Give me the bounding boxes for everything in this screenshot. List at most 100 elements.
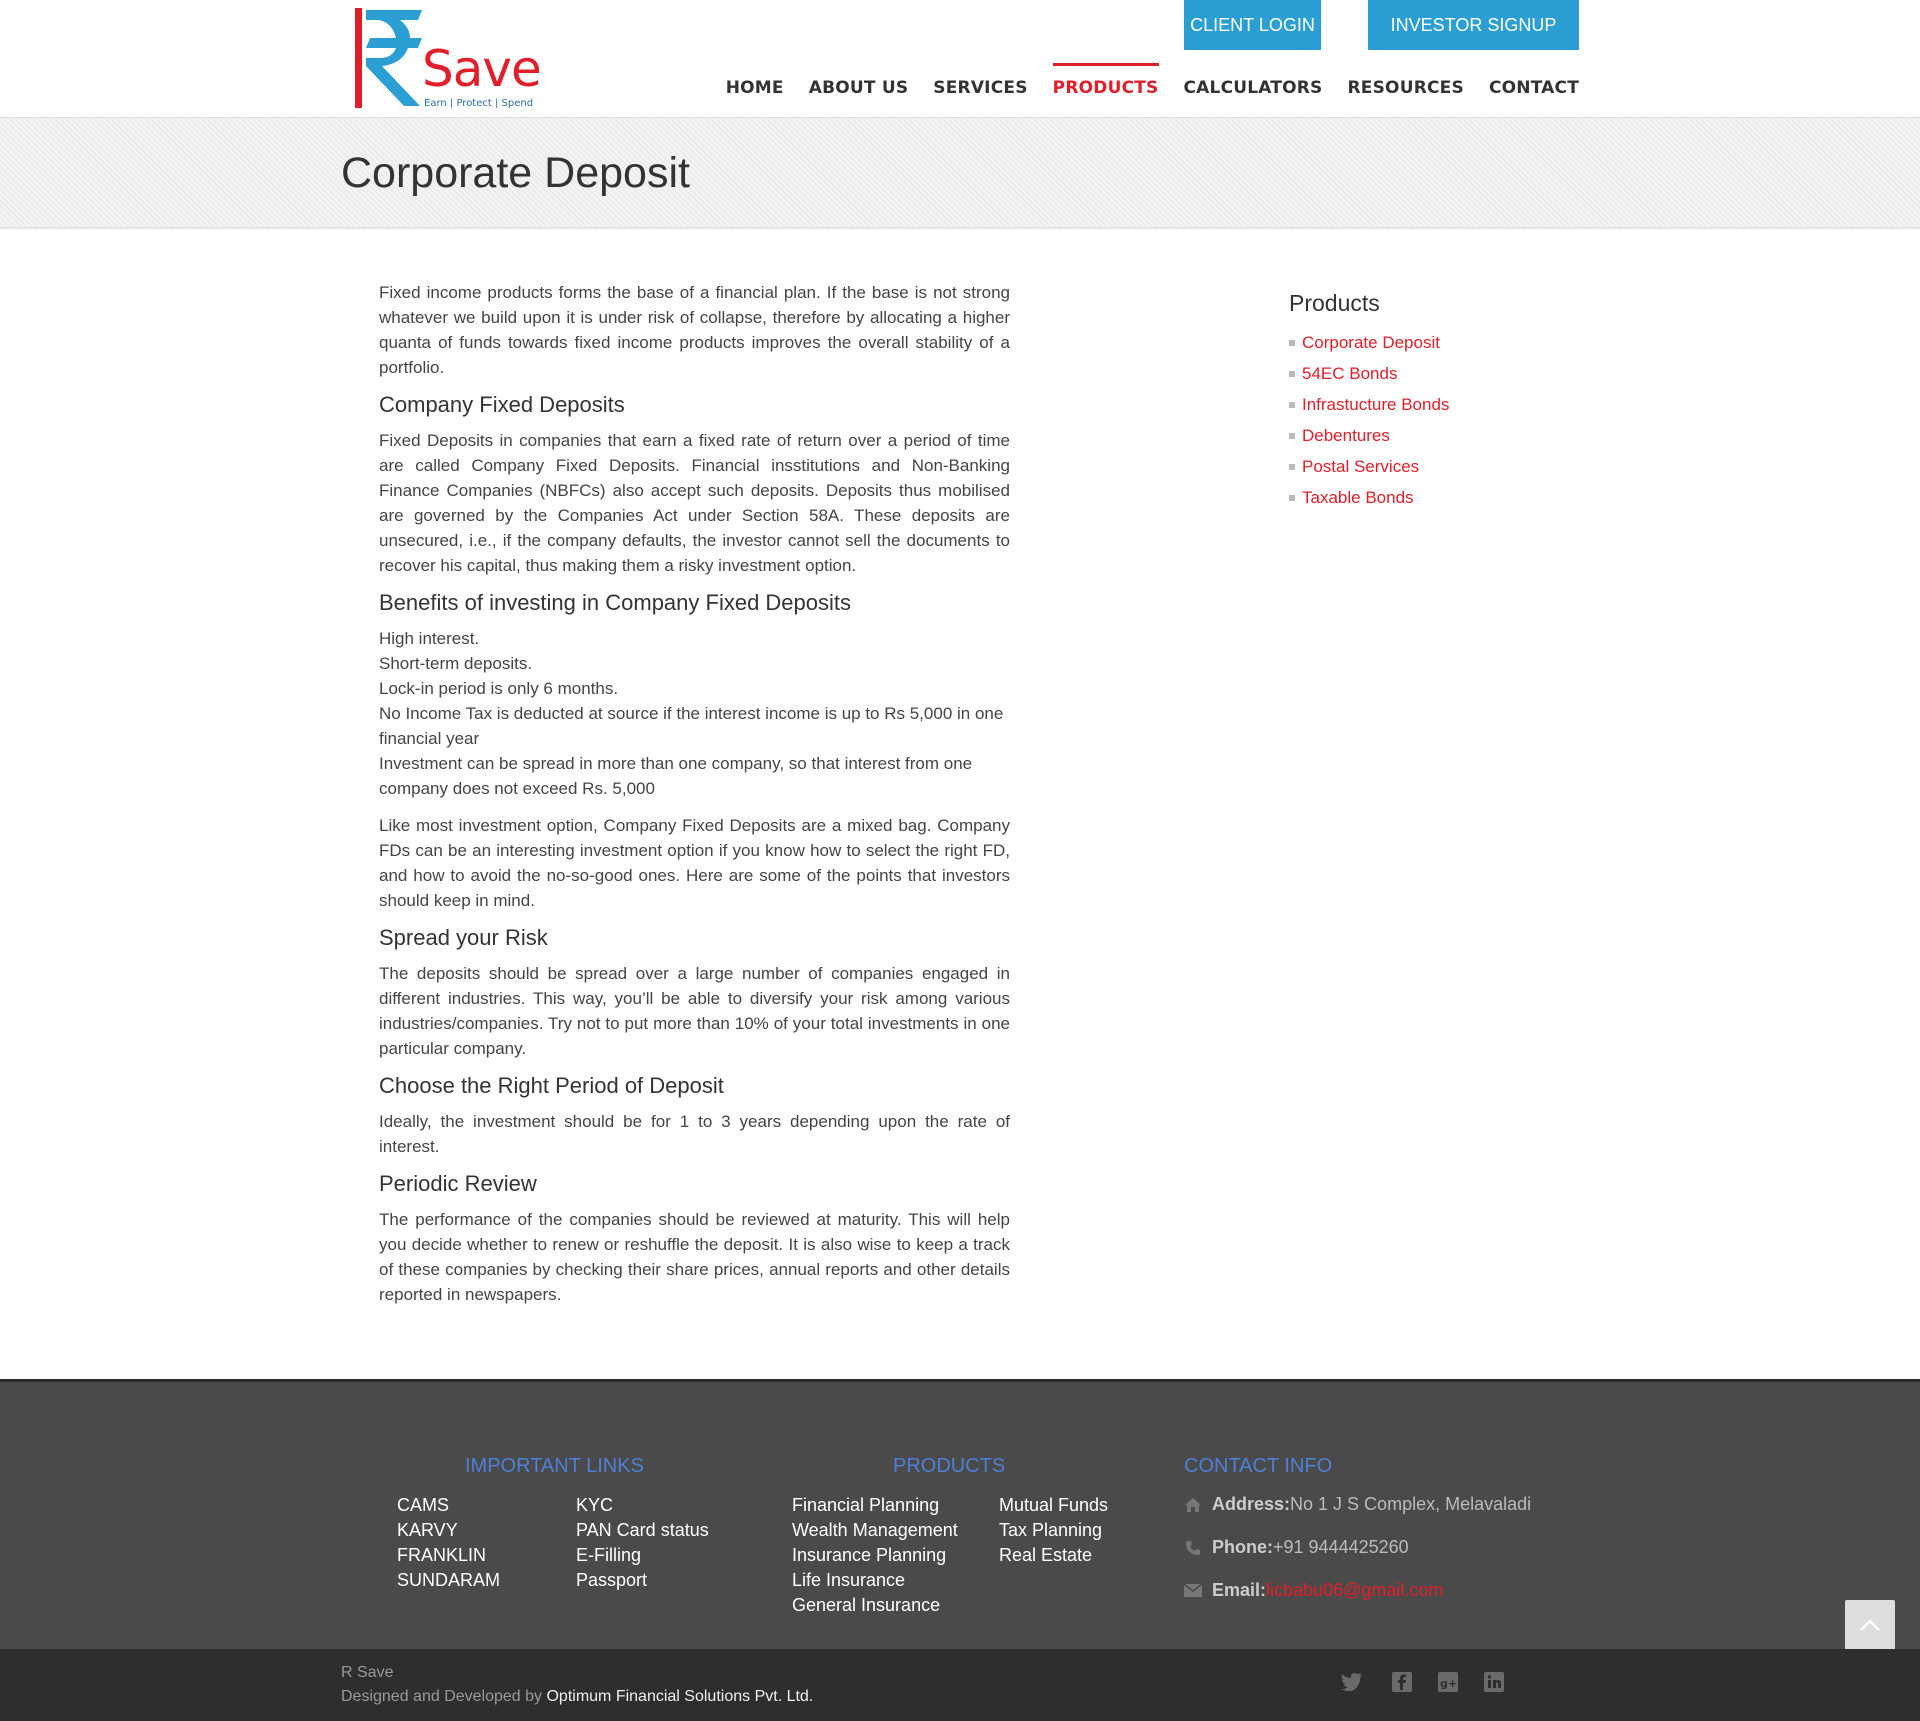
sidebar-item-label: Corporate Deposit <box>1302 332 1440 352</box>
nav-contact[interactable]: CONTACT <box>1489 63 1579 108</box>
heading-periodic-review: Periodic Review <box>379 1171 537 1196</box>
heading-right-period: Choose the Right Period of Deposit <box>379 1073 724 1098</box>
credits-prefix: Designed and Developed by <box>341 1688 547 1705</box>
footer-link[interactable]: KARVY <box>397 1518 500 1543</box>
sidebar-item-postal-services[interactable]: Postal Services <box>1289 451 1589 482</box>
page-title: Corporate Deposit <box>341 149 690 197</box>
facebook-icon[interactable] <box>1391 1671 1413 1693</box>
brand-tagline: Earn | Protect | Spend <box>424 98 534 109</box>
email-line: Email: licbabu06@gmail.com <box>1184 1580 1443 1601</box>
heading-benefits: Benefits of investing in Company Fixed D… <box>379 590 852 615</box>
sidebar-item-label: Postal Services <box>1302 456 1420 476</box>
bullet-icon <box>1289 463 1295 470</box>
nav-home[interactable]: HOME <box>726 63 784 108</box>
footer-link[interactable]: E-Filling <box>576 1543 709 1568</box>
products-sidebar: Products Corporate Deposit 54EC Bonds In… <box>1289 290 1589 513</box>
sidebar-item-54ec-bonds[interactable]: 54EC Bonds <box>1289 358 1589 389</box>
footer-link[interactable]: Financial Planning <box>792 1493 958 1518</box>
intro-paragraph: Fixed income products forms the base of … <box>379 283 1010 377</box>
bullet-icon <box>1289 494 1295 501</box>
sidebar-item-label: Infrastucture Bonds <box>1302 394 1450 414</box>
footer-link[interactable]: Passport <box>576 1568 709 1593</box>
footer-link[interactable]: CAMS <box>397 1493 500 1518</box>
important-links-heading: IMPORTANT LINKS <box>465 1455 644 1477</box>
benefit-item: No Income Tax is deducted at source if t… <box>379 704 1004 748</box>
main-content: Fixed income products forms the base of … <box>379 280 1010 1319</box>
copyright-bar: R Save Designed and Developed by Optimum… <box>0 1649 1920 1721</box>
address-line: Address: No 1 J S Complex, Melavaladi <box>1184 1494 1531 1515</box>
sidebar-item-corporate-deposit[interactable]: Corporate Deposit <box>1289 327 1589 358</box>
products-col-1: Financial Planning Wealth Management Ins… <box>792 1493 958 1618</box>
company-fd-paragraph: Fixed Deposits in companies that earn a … <box>379 431 1010 575</box>
footer-link[interactable]: FRANKLIN <box>397 1543 500 1568</box>
investor-signup-button[interactable]: INVESTOR SIGNUP <box>1368 0 1579 50</box>
twitter-icon[interactable] <box>1341 1671 1363 1693</box>
footer-link[interactable]: Life Insurance <box>792 1568 958 1593</box>
sidebar-title: Products <box>1289 290 1380 316</box>
phone-line: Phone: +91 9444425260 <box>1184 1537 1409 1558</box>
nav-about-us[interactable]: ABOUT US <box>809 63 909 108</box>
products-col-2: Mutual Funds Tax Planning Real Estate <box>999 1493 1108 1568</box>
nav-products[interactable]: PRODUCTS <box>1052 63 1159 108</box>
sidebar-item-infrastructure-bonds[interactable]: Infrastucture Bonds <box>1289 389 1589 420</box>
sidebar-item-label: Taxable Bonds <box>1302 487 1414 507</box>
benefit-item: Lock-in period is only 6 months. <box>379 679 619 698</box>
footer-link[interactable]: SUNDARAM <box>397 1568 500 1593</box>
scroll-to-top-button[interactable] <box>1845 1600 1895 1650</box>
sidebar-item-label: Debentures <box>1302 425 1390 445</box>
footer-link[interactable]: Tax Planning <box>999 1518 1108 1543</box>
google-plus-icon[interactable]: g+ <box>1437 1671 1459 1693</box>
benefit-item: High interest. <box>379 629 480 648</box>
periodic-review-paragraph: The performance of the companies should … <box>379 1210 1010 1304</box>
bullet-icon <box>1289 370 1295 377</box>
phone-value: +91 9444425260 <box>1273 1537 1409 1557</box>
client-login-button[interactable]: CLIENT LOGIN <box>1184 0 1321 50</box>
developer-link[interactable]: Optimum Financial Solutions Pvt. Ltd. <box>546 1688 813 1705</box>
footer-link[interactable]: Wealth Management <box>792 1518 958 1543</box>
footer-link[interactable]: Real Estate <box>999 1543 1108 1568</box>
nav-resources[interactable]: RESOURCES <box>1348 63 1464 108</box>
sidebar-item-debentures[interactable]: Debentures <box>1289 420 1589 451</box>
heading-spread-risk: Spread your Risk <box>379 925 548 950</box>
heading-company-fd: Company Fixed Deposits <box>379 392 625 417</box>
envelope-icon <box>1184 1582 1202 1600</box>
mixed-bag-paragraph: Like most investment option, Company Fix… <box>379 816 1010 910</box>
site-footer: IMPORTANT LINKS CAMS KARVY FRANKLIN SUND… <box>0 1379 1920 1649</box>
important-links-col-1: CAMS KARVY FRANKLIN SUNDARAM <box>397 1493 500 1593</box>
email-link[interactable]: licbabu06@gmail.com <box>1266 1580 1443 1601</box>
page-title-band: Corporate Deposit <box>0 119 1920 229</box>
sidebar-item-label: 54EC Bonds <box>1302 363 1398 383</box>
spread-risk-paragraph: The deposits should be spread over a lar… <box>379 964 1010 1058</box>
site-name: R Save <box>341 1664 394 1681</box>
sidebar-item-taxable-bonds[interactable]: Taxable Bonds <box>1289 482 1589 513</box>
site-header: Save Earn | Protect | Spend CLIENT LOGIN… <box>0 0 1920 118</box>
bullet-icon <box>1289 432 1295 439</box>
benefits-list: High interest. Short-term deposits. Lock… <box>379 626 1010 801</box>
bullet-icon <box>1289 339 1295 346</box>
footer-link[interactable]: Mutual Funds <box>999 1493 1108 1518</box>
important-links-col-2: KYC PAN Card status E-Filling Passport <box>576 1493 709 1593</box>
phone-label: Phone: <box>1212 1537 1273 1557</box>
footer-link[interactable]: Insurance Planning <box>792 1543 958 1568</box>
phone-icon <box>1184 1539 1202 1557</box>
email-label: Email: <box>1212 1580 1267 1600</box>
right-period-paragraph: Ideally, the investment should be for 1 … <box>379 1112 1010 1156</box>
main-nav: HOME ABOUT US SERVICES PRODUCTS CALCULAT… <box>701 63 1579 108</box>
footer-link[interactable]: PAN Card status <box>576 1518 709 1543</box>
products-heading: PRODUCTS <box>893 1455 1006 1477</box>
linkedin-icon[interactable] <box>1483 1671 1505 1693</box>
brand-name: Save <box>422 40 542 98</box>
nav-services[interactable]: SERVICES <box>933 63 1027 108</box>
bullet-icon <box>1289 401 1295 408</box>
benefit-item: Short-term deposits. <box>379 654 533 673</box>
contact-info-heading: CONTACT INFO <box>1184 1455 1333 1477</box>
chevron-up-icon <box>1860 1619 1880 1631</box>
benefit-item: Investment can be spread in more than on… <box>379 754 973 798</box>
address-label: Address: <box>1212 1494 1291 1514</box>
logo[interactable]: Save Earn | Protect | Spend <box>352 6 590 114</box>
footer-link[interactable]: General Insurance <box>792 1593 958 1618</box>
address-value: No 1 J S Complex, Melavaladi <box>1290 1494 1532 1514</box>
footer-link[interactable]: KYC <box>576 1493 709 1518</box>
svg-text:g+: g+ <box>1440 1677 1457 1690</box>
nav-calculators[interactable]: CALCULATORS <box>1184 63 1323 108</box>
